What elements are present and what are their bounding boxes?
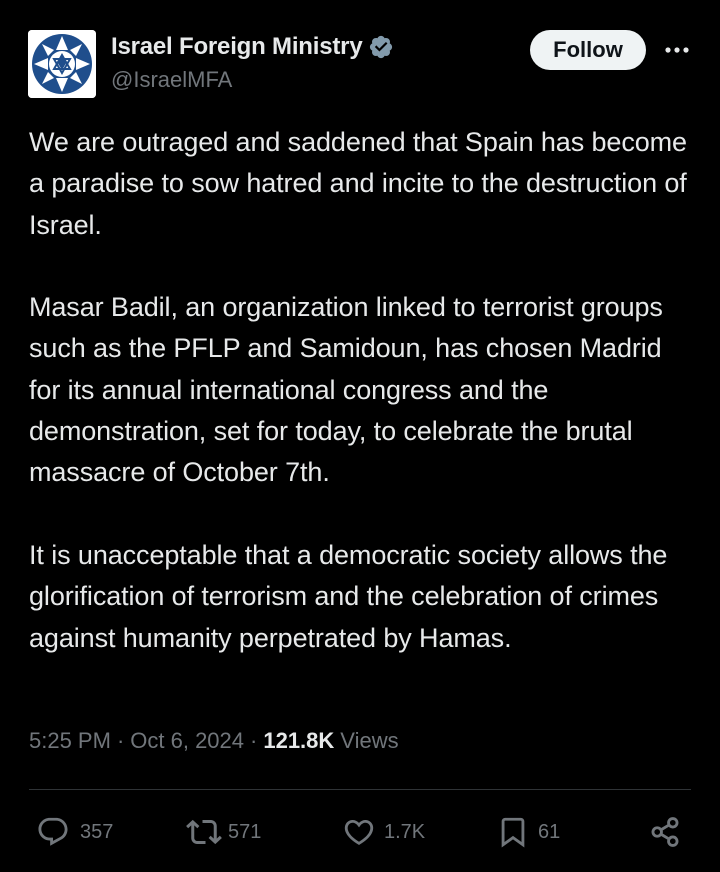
bookmark-count: 61 [538, 820, 561, 843]
tweet-meta: 5:25 PM · Oct 6, 2024 · 121.8K Views [29, 728, 399, 754]
avatar[interactable] [28, 30, 96, 98]
action-bar: 357 571 1.7K 61 [0, 810, 720, 854]
reply-icon [38, 817, 68, 846]
author-display-name[interactable]: Israel Foreign Ministry [111, 33, 363, 61]
repost-count: 571 [228, 820, 262, 843]
bookmark-button[interactable]: 61 [496, 810, 560, 854]
meta-separator: · [250, 728, 258, 753]
repost-icon [186, 819, 222, 845]
meta-separator: · [116, 728, 125, 753]
like-count: 1.7K [384, 820, 426, 843]
verified-badge-icon[interactable] [368, 34, 394, 60]
like-button[interactable]: 1.7K [342, 810, 425, 854]
share-button[interactable] [648, 810, 682, 854]
reply-count: 357 [80, 820, 114, 843]
tweet-time[interactable]: 5:25 PM [29, 728, 111, 754]
follow-button[interactable]: Follow [530, 30, 646, 70]
tweet-paragraph: It is unacceptable that a democratic soc… [29, 539, 668, 653]
tweet-paragraph: We are outraged and saddened that Spain … [29, 127, 687, 240]
tweet-date[interactable]: Oct 6, 2024 [130, 728, 244, 754]
author-handle[interactable]: @IsraelMFA [111, 67, 232, 93]
divider [29, 789, 691, 790]
tweet-paragraph: Masar Badil, an organization linked to t… [29, 292, 663, 488]
views-label[interactable]: Views [340, 728, 398, 754]
tweet-text: We are outraged and saddened that Spain … [29, 122, 699, 700]
more-dots-icon[interactable] [662, 38, 692, 62]
reply-button[interactable]: 357 [36, 810, 113, 854]
tweet: Israel Foreign Ministry @IsraelMFA Follo… [0, 0, 720, 872]
repost-button[interactable]: 571 [186, 810, 261, 854]
heart-icon [344, 819, 374, 845]
author-name-row: Israel Foreign Ministry [111, 32, 394, 62]
share-icon [651, 817, 679, 847]
views-count[interactable]: 121.8K [263, 728, 334, 754]
bookmark-icon [501, 817, 525, 848]
israel-mfa-logo-icon [28, 30, 96, 98]
